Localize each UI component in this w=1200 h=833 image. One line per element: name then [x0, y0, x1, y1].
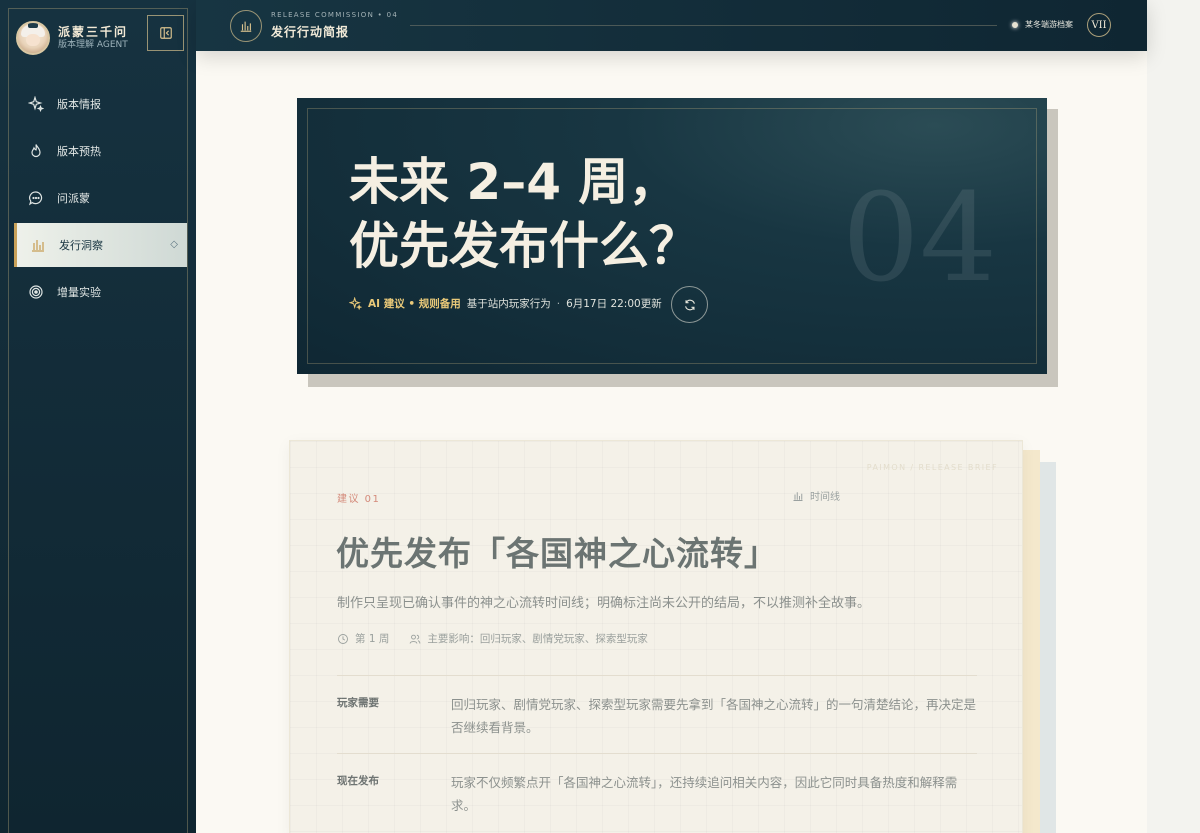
week-label: 第 1 周: [355, 633, 390, 645]
collapse-icon: [159, 27, 172, 39]
row-text: 玩家不仅频繁点开「各国神之心流转」，还持续追问相关内容，因此它同时具备热度和解释…: [451, 775, 958, 813]
impact-tag: 主要影响：回归玩家、剧情党玩家、探索型玩家: [409, 631, 648, 646]
refresh-button[interactable]: [671, 286, 708, 323]
chat-bubble-icon: [28, 191, 43, 206]
hero-meta: AI 建议 • 规则备用 基于站内玩家行为 · 6月17日 22:00更新: [349, 296, 662, 311]
row-label: 现在发布: [337, 775, 379, 787]
target-icon: [29, 285, 43, 299]
topbar: RELEASE COMMISSION • 04 发行行动简报 某冬端游档案 VI…: [196, 0, 1147, 51]
bar-chart-icon: [240, 21, 252, 32]
card-detail-rows: 玩家需要 回归玩家、剧情党玩家、探索型玩家需要先拿到「各国神之心流转」的一句清楚…: [337, 675, 977, 831]
hero-title: 未来 2–4 周， 优先发布什么？: [349, 150, 699, 278]
sidebar-item-ask-paimon[interactable]: 问派蒙: [14, 176, 187, 220]
sidebar-nav: 版本情报 版本预热 问派蒙 发行洞察 ◇ 增量实验: [14, 82, 187, 317]
card-title: 优先发布「各国神之心流转」: [336, 534, 778, 573]
hero-title-line1: 未来 2–4 周，: [349, 153, 679, 211]
topbar-kicker: RELEASE COMMISSION • 04: [271, 11, 399, 19]
refresh-icon: [684, 299, 695, 310]
sidebar-item-release-insight[interactable]: 发行洞察 ◇: [14, 223, 187, 267]
timeline-link[interactable]: 时间线: [792, 488, 840, 503]
hero-number: 04: [842, 167, 998, 309]
hero-basis: 基于站内玩家行为: [466, 298, 551, 310]
impact-label: 主要影响：回归玩家、剧情党玩家、探索型玩家: [427, 633, 648, 645]
hero-updated: 6月17日 22:00更新: [566, 298, 662, 310]
detail-row: 现在发布 玩家不仅频繁点开「各国神之心流转」，还持续追问相关内容，因此它同时具备…: [337, 753, 977, 831]
right-gutter: [1147, 0, 1200, 833]
brand-title: 派蒙三千问: [58, 25, 129, 39]
recommendation-card: PAIMON / RELEASE BRIEF 建议 01 时间线 优先发布「各国…: [289, 440, 1023, 833]
clock-icon: [338, 633, 348, 644]
sidebar-item-version-warmup[interactable]: 版本预热: [14, 129, 187, 173]
meta-separator: ·: [556, 297, 561, 310]
bar-chart-icon: [32, 240, 44, 252]
avatar: [16, 21, 50, 55]
sidebar: 派蒙三千问 版本理解 AGENT 版本情报 版本预热 问派蒙 发行洞察 ◇ 增量…: [0, 0, 196, 833]
bar-chart-icon: [793, 491, 803, 501]
timeline-label: 时间线: [810, 492, 840, 503]
sidebar-item-label: 版本预热: [57, 145, 101, 158]
week-tag: 第 1 周: [337, 631, 389, 646]
topbar-chart-icon-button[interactable]: [230, 10, 262, 42]
page-title: 发行行动简报: [271, 25, 350, 39]
row-text: 回归玩家、剧情党玩家、探索型玩家需要先拿到「各国神之心流转」的一句清楚结论，再决…: [451, 697, 977, 735]
sidebar-item-growth-experiment[interactable]: 增量实验: [14, 270, 187, 314]
detail-row: 玩家需要 回归玩家、剧情党玩家、探索型玩家需要先拿到「各国神之心流转」的一句清楚…: [337, 675, 977, 753]
sidebar-item-version-intel[interactable]: 版本情报: [14, 82, 187, 126]
card-tags: 第 1 周 主要影响：回归玩家、剧情党玩家、探索型玩家: [337, 631, 668, 646]
sidebar-item-label: 发行洞察: [59, 239, 103, 252]
sidebar-item-label: 增量实验: [57, 286, 101, 299]
row-label: 玩家需要: [337, 697, 379, 709]
hero-banner: 04 未来 2–4 周， 优先发布什么？ AI 建议 • 规则备用 基于站内玩家…: [297, 98, 1047, 374]
sparkle-icon: [28, 96, 44, 112]
flame-icon: [31, 144, 41, 158]
users-icon: [410, 634, 421, 644]
chapter-badge: VII: [1087, 13, 1111, 37]
topbar-divider: [410, 25, 997, 26]
card-watermark: PAIMON / RELEASE BRIEF: [866, 463, 998, 472]
collapse-sidebar-button[interactable]: [147, 15, 184, 51]
ai-label: AI 建议 • 规则备用: [368, 298, 461, 310]
sparkle-icon: [349, 297, 362, 310]
sidebar-item-label: 版本情报: [57, 98, 101, 111]
active-diamond-icon: ◇: [170, 239, 178, 250]
brand-subtitle: 版本理解 AGENT: [58, 40, 128, 50]
sidebar-item-label: 问派蒙: [57, 192, 90, 205]
hero-title-line2: 优先发布什么？: [349, 217, 699, 275]
card-kicker: 建议 01: [337, 494, 381, 505]
brand: 派蒙三千问 版本理解 AGENT: [16, 20, 128, 56]
card-description: 制作只呈现已确认事件的神之心流转时间线；明确标注尚未公开的结局，不以推测补全故事…: [337, 596, 871, 611]
status-dot-icon: [1012, 22, 1018, 28]
topbar-status-text: 某冬端游档案: [1025, 20, 1073, 29]
